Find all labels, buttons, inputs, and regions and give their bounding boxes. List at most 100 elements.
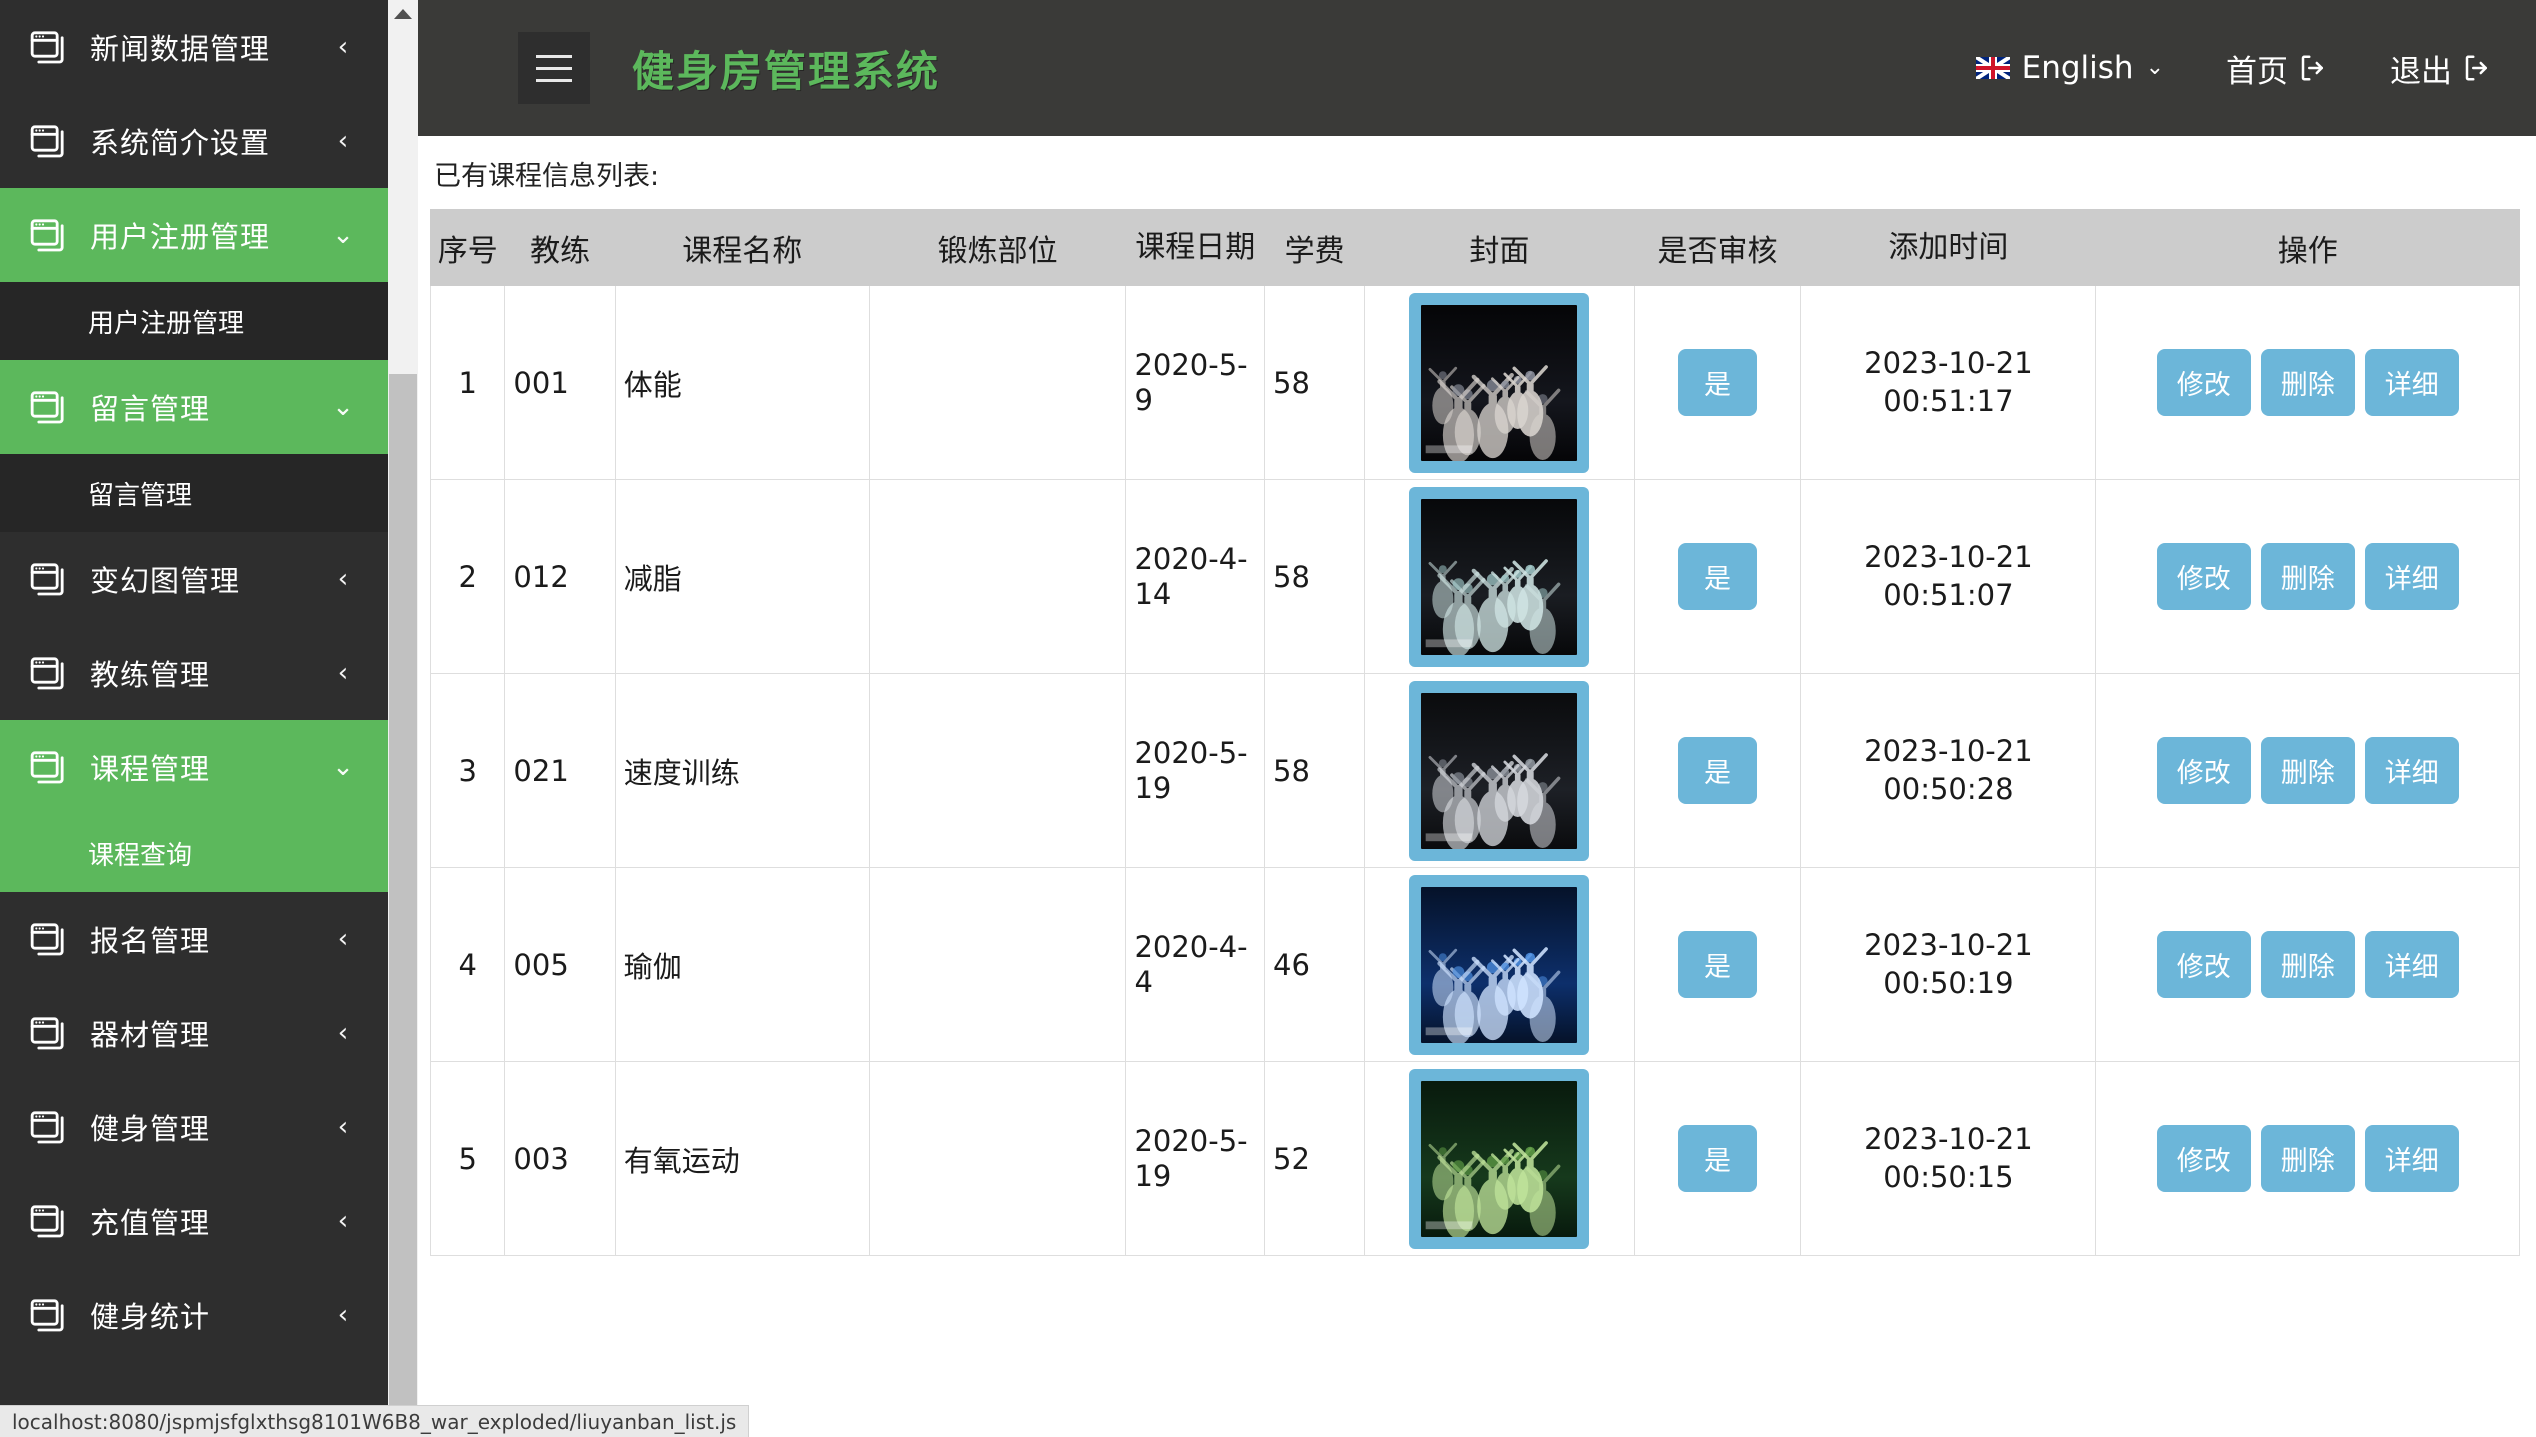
- cover-thumbnail[interactable]: [1409, 874, 1590, 1055]
- col-header-ops: 操作: [2095, 209, 2520, 286]
- sidebar-item-2[interactable]: 系统简介设置 ‹: [0, 94, 388, 188]
- edit-button[interactable]: 修改: [2156, 349, 2251, 416]
- course-table-wrapper: 序号 教练 课程名称 锻炼部位 课程日期 学费 封面 是否审核 添加时间 操作 …: [418, 209, 2536, 1256]
- chevron-left-icon[interactable]: ‹: [332, 660, 354, 686]
- edit-button[interactable]: 修改: [2156, 1125, 2251, 1192]
- audit-status-badge[interactable]: 是: [1677, 931, 1757, 998]
- window-stack-icon: [28, 559, 68, 599]
- sidebar-item-10[interactable]: 健身管理 ‹: [0, 1080, 388, 1174]
- cell-body-part: [868, 285, 1127, 480]
- chevron-left-icon[interactable]: ‹: [332, 1208, 354, 1234]
- cell-course-date: 2020-5-19: [1125, 1061, 1266, 1256]
- table-head: 序号 教练 课程名称 锻炼部位 课程日期 学费 封面 是否审核 添加时间 操作: [429, 209, 2520, 286]
- sidebar-item-8[interactable]: 报名管理 ‹: [0, 892, 388, 986]
- detail-button[interactable]: 详细: [2364, 349, 2459, 416]
- cell-audit: 是: [1633, 1061, 1802, 1256]
- sidebar-subitem-7-1[interactable]: 课程查询: [0, 814, 388, 892]
- sidebar-item-1[interactable]: 新闻数据管理 ‹: [0, 0, 388, 94]
- cell-course-name: 瑜伽: [614, 867, 870, 1062]
- table-row: 2 012 减脂 2020-4-14 58 是 2023-10-21 00:51:07 修改 删除…: [429, 479, 2520, 674]
- add-time-date: 2023-10-21: [1864, 345, 2033, 380]
- audit-status-badge[interactable]: 是: [1677, 543, 1757, 610]
- edit-button[interactable]: 修改: [2156, 931, 2251, 998]
- cell-index: 1: [429, 285, 506, 480]
- sidebar-item-label: 留言管理: [90, 392, 211, 426]
- window-stack-icon: [28, 747, 68, 787]
- cell-audit: 是: [1633, 867, 1802, 1062]
- chevron-left-icon[interactable]: ‹: [332, 1020, 354, 1046]
- chevron-left-icon[interactable]: ‹: [332, 1114, 354, 1140]
- audit-status-badge[interactable]: 是: [1677, 1125, 1757, 1192]
- chevron-left-icon[interactable]: ‹: [332, 1302, 354, 1328]
- cell-cover: [1364, 479, 1635, 674]
- cell-body-part: [868, 673, 1127, 868]
- cover-thumbnail[interactable]: [1409, 680, 1590, 861]
- sidebar-item-label: 系统简介设置: [90, 126, 271, 160]
- chevron-down-icon[interactable]: ⌄: [332, 754, 354, 780]
- page-title: 健身房管理系统: [632, 46, 941, 96]
- chevron-down-icon[interactable]: ⌄: [332, 222, 354, 248]
- sidebar-item-label: 新闻数据管理: [90, 32, 271, 66]
- audit-status-badge[interactable]: 是: [1677, 349, 1757, 416]
- delete-button[interactable]: 删除: [2260, 349, 2355, 416]
- cell-course-date: 2020-5-19: [1125, 673, 1266, 868]
- detail-button[interactable]: 详细: [2364, 543, 2459, 610]
- sidebar-scrollbar-track[interactable]: [388, 0, 418, 1437]
- delete-button[interactable]: 删除: [2260, 737, 2355, 804]
- window-stack-icon: [28, 653, 68, 693]
- sidebar-item-7[interactable]: 课程管理 ⌄: [0, 720, 388, 814]
- delete-button[interactable]: 删除: [2260, 931, 2355, 998]
- cover-thumbnail[interactable]: [1409, 292, 1590, 473]
- sidebar-item-6[interactable]: 教练管理 ‹: [0, 626, 388, 720]
- detail-button[interactable]: 详细: [2364, 737, 2459, 804]
- edit-button[interactable]: 修改: [2156, 543, 2251, 610]
- cover-image: [1421, 886, 1578, 1043]
- sidebar-item-label: 器材管理: [90, 1018, 211, 1052]
- chevron-down-icon[interactable]: ⌄: [332, 394, 354, 420]
- sidebar-item-9[interactable]: 器材管理 ‹: [0, 986, 388, 1080]
- detail-button[interactable]: 详细: [2364, 931, 2459, 998]
- delete-button[interactable]: 删除: [2260, 543, 2355, 610]
- sidebar-item-3[interactable]: 用户注册管理 ⌄: [0, 188, 388, 282]
- sidebar-scrollbar-thumb[interactable]: [389, 374, 417, 1437]
- sidebar-item-label: 用户注册管理: [90, 220, 271, 254]
- cell-cover: [1364, 285, 1635, 480]
- uk-flag-icon: [1975, 57, 2010, 79]
- chevron-left-icon[interactable]: ‹: [332, 128, 354, 154]
- hamburger-icon[interactable]: [518, 32, 590, 104]
- home-link[interactable]: 首页: [2226, 46, 2328, 91]
- language-selector[interactable]: English ⌄: [1975, 50, 2164, 86]
- sidebar-subitem-4-1[interactable]: 留言管理: [0, 454, 388, 532]
- detail-button[interactable]: 详细: [2364, 1125, 2459, 1192]
- sidebar-item-4[interactable]: 留言管理 ⌄: [0, 360, 388, 454]
- sidebar-item-label: 健身管理: [90, 1112, 211, 1146]
- chevron-left-icon[interactable]: ‹: [332, 566, 354, 592]
- sidebar-item-5[interactable]: 变幻图管理 ‹: [0, 532, 388, 626]
- sidebar-item-11[interactable]: 充值管理 ‹: [0, 1174, 388, 1268]
- cover-thumbnail[interactable]: [1409, 1068, 1590, 1249]
- scroll-up-arrow-icon[interactable]: [388, 0, 418, 28]
- cell-index: 5: [429, 1061, 506, 1256]
- cell-cover: [1364, 867, 1635, 1062]
- cell-body-part: [868, 479, 1127, 674]
- sidebar-item-label: 报名管理: [90, 924, 211, 958]
- edit-button[interactable]: 修改: [2156, 737, 2251, 804]
- audit-status-badge[interactable]: 是: [1677, 737, 1757, 804]
- table-row: 4 005 瑜伽 2020-4-4 46 是 2023-10-21 00:50:19 修改 删除详…: [429, 867, 2520, 1062]
- col-header-date: 课程日期: [1125, 209, 1266, 286]
- logout-link[interactable]: 退出: [2390, 46, 2492, 91]
- cover-thumbnail[interactable]: [1409, 486, 1590, 667]
- delete-button[interactable]: 删除: [2260, 1125, 2355, 1192]
- cell-fee: 58: [1264, 285, 1366, 480]
- window-stack-icon: [28, 1107, 68, 1147]
- cell-course-name: 有氧运动: [614, 1061, 870, 1256]
- cover-image: [1421, 1080, 1578, 1237]
- col-header-cover: 封面: [1364, 209, 1635, 286]
- sidebar-item-12[interactable]: 健身统计 ‹: [0, 1268, 388, 1362]
- sidebar-item-label: 教练管理: [90, 658, 211, 692]
- cover-image: [1421, 304, 1578, 461]
- sidebar-subitem-3-1[interactable]: 用户注册管理: [0, 282, 388, 360]
- chevron-left-icon[interactable]: ‹: [332, 34, 354, 60]
- chevron-left-icon[interactable]: ‹: [332, 926, 354, 952]
- cell-operations: 修改 删除 详细: [2095, 285, 2520, 480]
